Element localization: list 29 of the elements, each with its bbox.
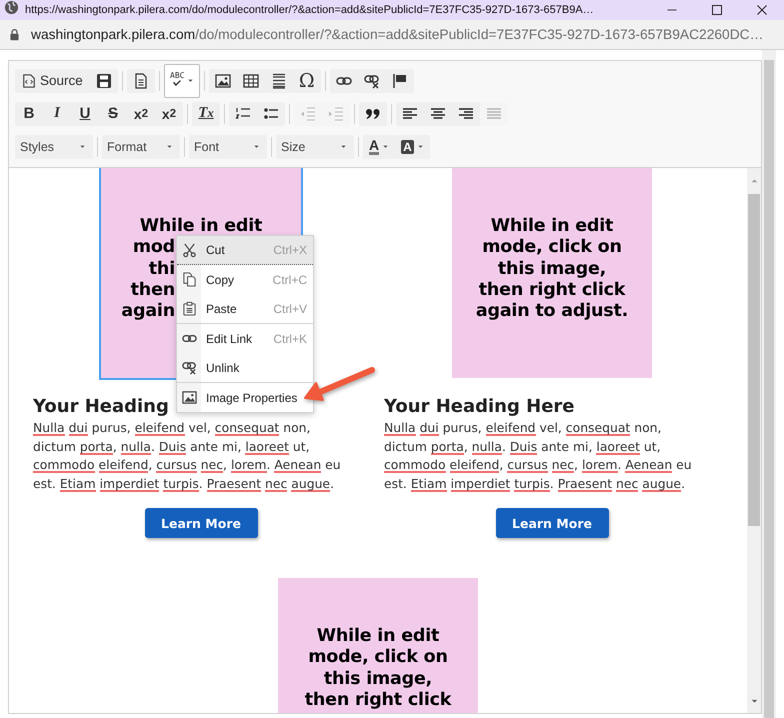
image-text: While in edit bbox=[316, 626, 440, 648]
heading: Your Heading bbox=[33, 396, 169, 417]
shortcut-text: Ctrl+K bbox=[273, 332, 307, 346]
window-title: https://washingtonpark.pilera.com/do/modulecontroller/?&action=add&sitePublicId=7E37FC35-927D-1673-657B9A… bbox=[25, 4, 595, 16]
image-text: again bbox=[120, 301, 175, 322]
image-text: then right click bbox=[478, 280, 626, 302]
menu-item-label: Edit Link bbox=[206, 332, 254, 346]
shortcut-text: Ctrl+V bbox=[273, 302, 307, 316]
menu-item-label: Cut bbox=[206, 243, 226, 257]
image-text: then right click bbox=[304, 690, 452, 712]
image-text: again to adjust. bbox=[474, 301, 630, 322]
menu-item-label: Copy bbox=[206, 272, 236, 286]
image-text: this image, bbox=[496, 258, 608, 280]
heading: Your Heading Here bbox=[384, 396, 575, 417]
menu-item-label: Unlink bbox=[206, 360, 240, 374]
image-text: mod bbox=[132, 237, 175, 259]
image-text: thi bbox=[148, 258, 175, 280]
image-text: then bbox=[130, 280, 175, 302]
image-text: this image, bbox=[322, 668, 434, 690]
menu-item-label: Image Properties bbox=[206, 390, 298, 404]
image-text: While in edit bbox=[138, 216, 264, 238]
image-text: mode, click on bbox=[307, 647, 449, 669]
shortcut-text: Ctrl+C bbox=[272, 272, 307, 286]
image-text: mode, click on bbox=[481, 237, 623, 259]
menu-item-label: Paste bbox=[206, 302, 238, 316]
image-text: While in edit bbox=[490, 216, 614, 238]
paragraph: Nulla dui purus, eleifend vel, consequat non, dictum porta, nulla. Duis ante mi, laoreet ut, commodo eleifend, cursus nec, lorem. Aenean eu est. Etiam imperdiet turpis. Praesent nec augue. bbox=[33, 419, 342, 493]
shortcut-text: Ctrl+X bbox=[273, 243, 307, 257]
paragraph: Nulla dui purus, eleifend vel, consequat non, dictum porta, nulla. Duis ante mi, laoreet ut, commodo eleifend, cursus nec, lorem. Aenean eu est. Etiam imperdiet turpis. Praesent nec augue. bbox=[384, 419, 693, 493]
